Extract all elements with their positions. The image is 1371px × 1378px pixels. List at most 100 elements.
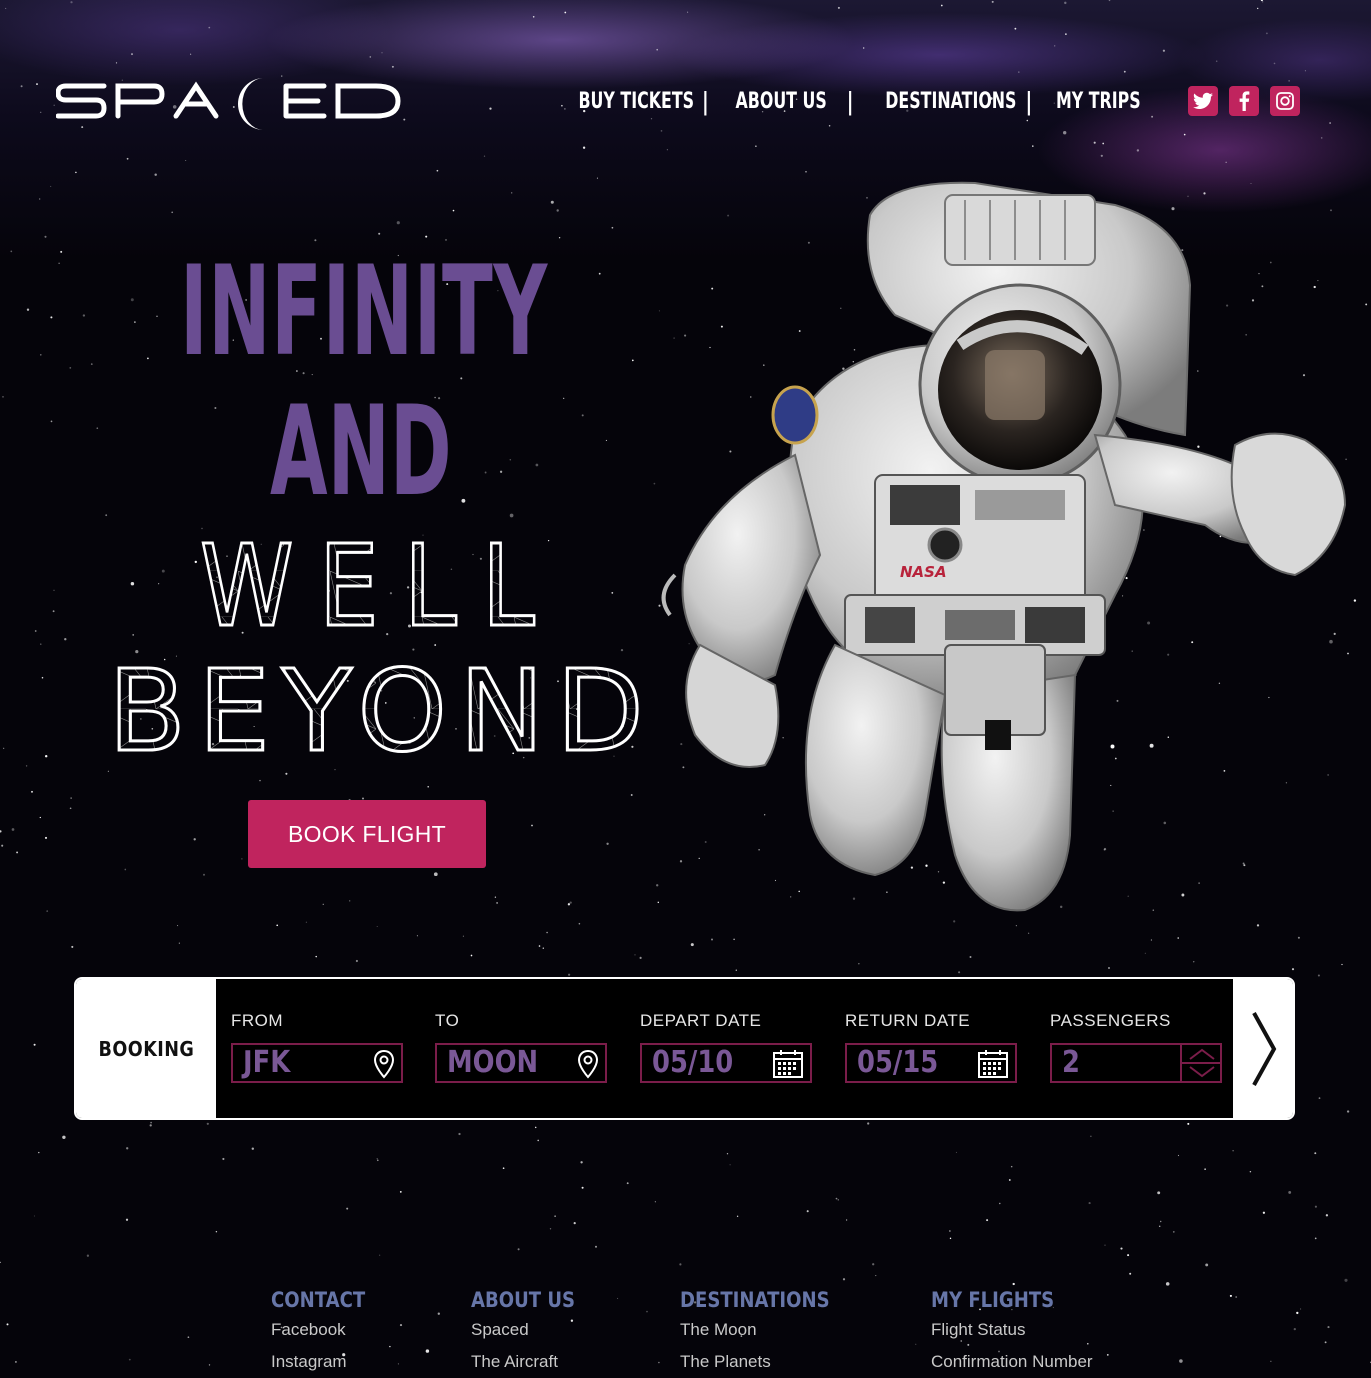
star [33,1215,35,1217]
star [150,1121,152,1124]
star [154,173,157,176]
star [75,171,77,174]
star [1317,974,1320,977]
star [376,926,378,927]
star [595,1245,597,1248]
star [0,1261,1,1264]
star [509,513,514,518]
star [1314,1152,1317,1155]
star [1318,1097,1321,1099]
star [1193,961,1195,963]
star [1293,1327,1296,1331]
star [208,1364,211,1366]
footer-link-instagram[interactable]: Instagram [271,1352,381,1378]
hero-line-well: WELL [200,525,560,652]
star [569,901,572,904]
nav-destinations[interactable]: DESTINATIONS [885,89,1016,114]
star [147,357,149,360]
footer-heading: DESTINATIONS [680,1288,830,1312]
star [1215,60,1218,63]
star [33,1043,36,1046]
calendar-icon[interactable] [977,1049,1009,1079]
star [452,209,455,212]
star [322,903,324,905]
star [1090,1135,1092,1137]
star [1204,1168,1206,1170]
footer-column-contact: CONTACT Facebook Instagram [271,1288,381,1378]
star [568,973,571,976]
book-flight-button[interactable]: BOOK FLIGHT [248,800,486,868]
star [582,146,586,149]
footer-link-moon[interactable]: The Moon [680,1320,854,1346]
footer-link-spaced[interactable]: Spaced [471,1320,592,1346]
facebook-icon [1239,91,1250,111]
booking-next-button[interactable] [1233,979,1293,1118]
calendar-icon[interactable] [772,1049,804,1079]
star [1183,133,1186,136]
star [875,1275,877,1277]
star [10,250,13,253]
map-pin-icon [373,1049,395,1079]
star [837,6,840,9]
star [107,770,109,772]
return-date-label: RETURN DATE [845,1011,971,1030]
star [126,157,129,160]
footer-link-aircraft[interactable]: The Aircraft [471,1352,592,1378]
instagram-button[interactable] [1270,86,1300,116]
passengers-input[interactable]: 2 [1050,1043,1222,1083]
star [71,945,74,948]
star [1088,1202,1091,1205]
chevron-right-icon [1252,1011,1277,1086]
nav-buy-tickets[interactable]: BUY TICKETS [578,89,694,114]
chevron-down-icon[interactable] [1186,1064,1218,1080]
from-label: FROM [231,1011,284,1030]
return-date-input[interactable]: 05/15 [845,1043,1017,1083]
star [425,235,428,238]
facebook-button[interactable] [1229,86,1259,116]
depart-date-input[interactable]: 05/10 [640,1043,812,1083]
star [605,439,607,441]
footer-link-confirmation-number[interactable]: Confirmation Number [931,1352,1093,1378]
star [736,1215,739,1217]
star [41,676,44,679]
star [1104,1244,1106,1246]
star [872,1263,875,1266]
star [598,272,601,275]
nav-my-trips[interactable]: MY TRIPS [1056,89,1141,114]
from-value: JFK [243,1045,291,1080]
star [70,797,72,799]
star [389,1345,391,1348]
star [39,198,41,200]
star [1260,0,1263,2]
star [1304,70,1306,72]
star [867,1122,870,1125]
star [31,790,33,793]
star [556,209,559,212]
twitter-button[interactable] [1188,86,1218,116]
star [60,250,63,253]
footer-link-planets[interactable]: The Planets [680,1352,854,1378]
star [1257,7,1259,10]
star [391,65,394,68]
star [69,367,72,369]
star [86,1254,90,1257]
footer-link-flight-status[interactable]: Flight Status [931,1320,1093,1346]
star [208,26,211,29]
nav-divider: | [1025,85,1033,116]
star [650,118,653,120]
chevron-up-icon[interactable] [1186,1046,1218,1062]
star [509,459,512,461]
star [986,1219,989,1222]
star [1102,142,1105,145]
star [949,1237,952,1240]
footer-link-facebook[interactable]: Facebook [271,1320,381,1346]
to-input[interactable]: MOON [435,1043,607,1083]
from-input[interactable]: JFK [231,1043,403,1083]
booking-bar: BOOKING FROM JFK TO MOON DEPART DATE 05/… [74,977,1295,1120]
star [634,954,636,956]
nav-about-us[interactable]: ABOUT US [735,89,826,114]
star [427,785,429,788]
return-date-field: RETURN DATE 05/15 [845,1011,1017,1083]
star [26,308,30,311]
star [425,1349,430,1353]
